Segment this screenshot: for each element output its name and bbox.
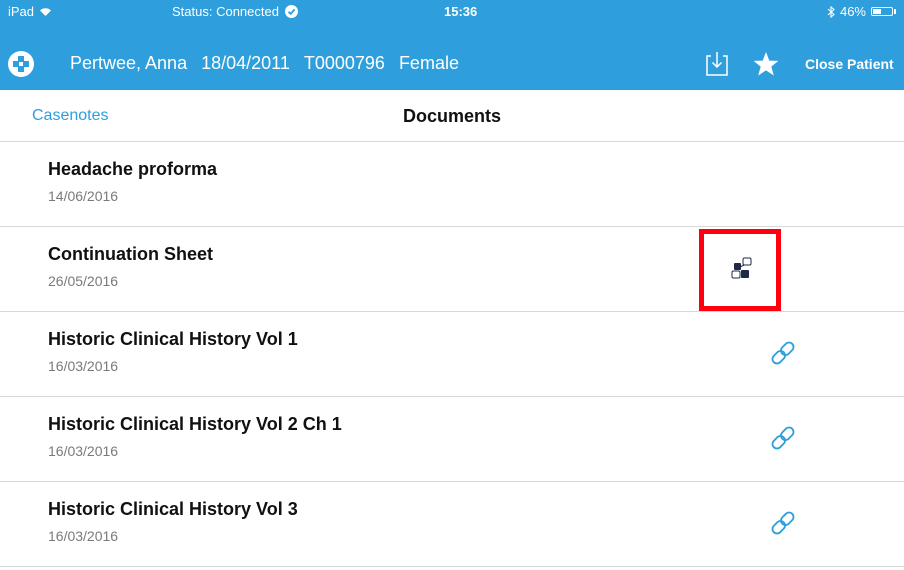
star-icon[interactable] [752, 50, 780, 78]
patient-details: Pertwee, Anna 18/04/2011 T0000796 Female [70, 53, 459, 74]
close-patient-button[interactable]: Close Patient [805, 56, 894, 72]
link-icon[interactable] [769, 509, 797, 537]
document-date: 16/03/2016 [48, 443, 119, 459]
connection-status: Status: Connected [172, 4, 298, 19]
battery-fill [873, 9, 881, 14]
document-date: 16/03/2016 [48, 528, 119, 544]
document-row-historic-vol-2-ch-1[interactable]: Historic Clinical History Vol 2 Ch 1 16/… [0, 397, 904, 482]
link-icon[interactable] [769, 424, 797, 452]
patient-id: T0000796 [303, 53, 385, 73]
patient-menu-icon[interactable] [8, 51, 34, 77]
document-title: Continuation Sheet [48, 244, 213, 264]
link-icon[interactable] [769, 339, 797, 367]
wifi-icon [40, 7, 52, 16]
patient-gender: Female [398, 53, 459, 73]
patient-name: Pertwee, Anna [70, 53, 188, 73]
document-title: Historic Clinical History Vol 2 Ch 1 [48, 414, 342, 434]
clock: 15:36 [444, 4, 478, 19]
battery-percent: 46% [839, 4, 866, 19]
document-title: Historic Clinical History Vol 1 [48, 329, 298, 349]
navigation-bar: Documents Casenotes [0, 90, 904, 142]
battery-nub [894, 9, 896, 14]
download-icon[interactable] [706, 50, 728, 76]
connection-label: Status: Connected [172, 4, 279, 19]
bluetooth-icon [827, 5, 835, 18]
device-label: iPad [8, 4, 35, 19]
battery-icon [871, 7, 893, 16]
check-circle-icon [284, 5, 298, 18]
document-date: 26/05/2016 [48, 273, 119, 289]
highlight-box [699, 229, 781, 311]
page-title: Documents [402, 106, 501, 126]
casenotes-back-button[interactable]: Casenotes [32, 107, 109, 125]
document-date: 14/06/2016 [48, 188, 119, 204]
document-list: Headache proforma 14/06/2016 Continuatio… [0, 142, 904, 567]
document-row-historic-vol-1[interactable]: Historic Clinical History Vol 1 16/03/20… [0, 312, 904, 397]
document-row-headache-proforma[interactable]: Headache proforma 14/06/2016 [0, 142, 904, 227]
battery-indicator: 46% [827, 4, 896, 19]
document-date: 16/03/2016 [48, 358, 119, 374]
document-row-historic-vol-3[interactable]: Historic Clinical History Vol 3 16/03/20… [0, 482, 904, 567]
document-row-continuation-sheet[interactable]: Continuation Sheet 26/05/2016 [0, 227, 904, 312]
patient-symbol-icon [13, 56, 29, 72]
patient-bar: Pertwee, Anna 18/04/2011 T0000796 Female… [0, 38, 904, 90]
document-title: Headache proforma [48, 159, 218, 179]
patient-dob: 18/04/2011 [201, 53, 290, 73]
status-bar: iPad Status: Connected 15:36 46% [0, 0, 904, 38]
document-title: Historic Clinical History Vol 3 [48, 499, 298, 519]
device-indicator: iPad [8, 4, 52, 19]
